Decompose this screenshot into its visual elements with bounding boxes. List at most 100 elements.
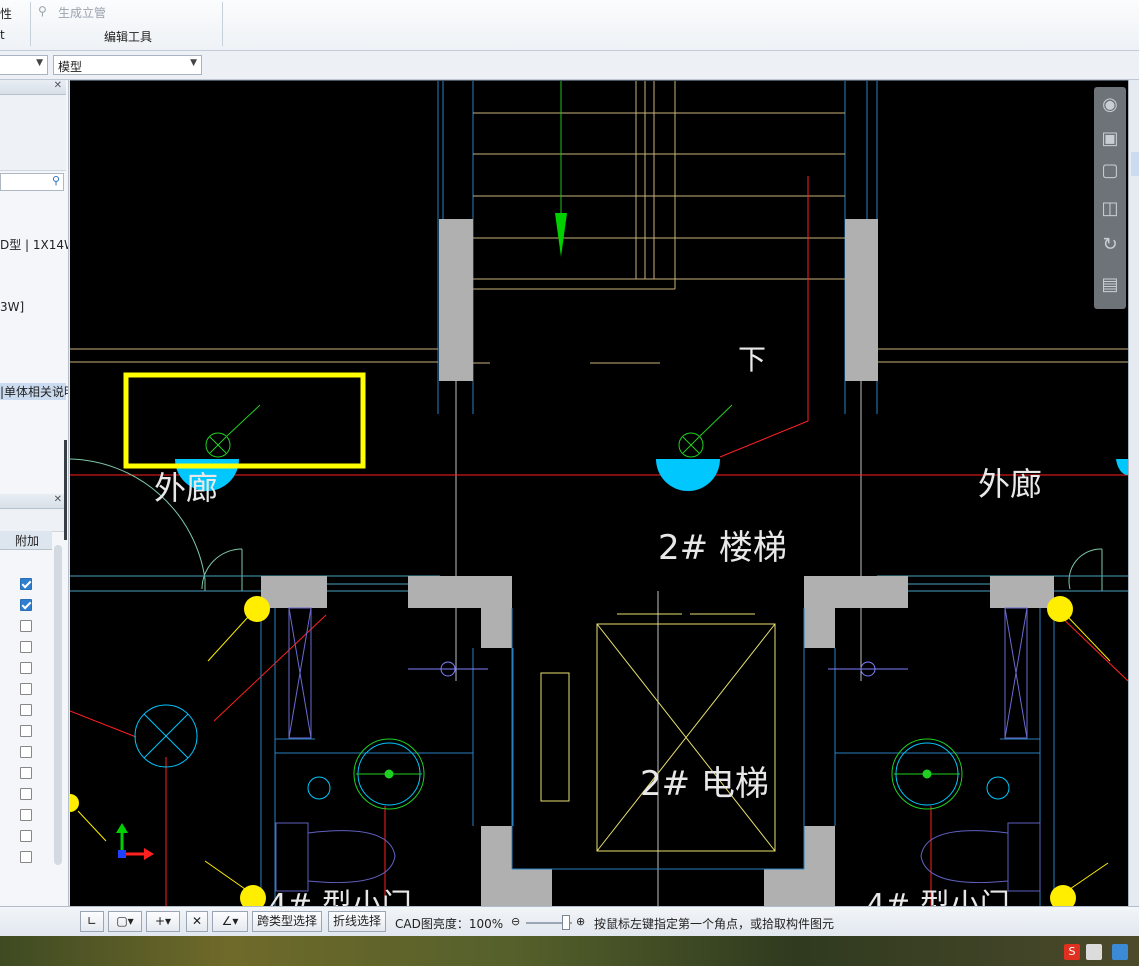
ribbon-separator	[222, 2, 223, 46]
label-bottom-left: 4# 型小门	[268, 888, 412, 907]
view-side-icon[interactable]: ◫	[1098, 197, 1122, 221]
ceiling-lamp-center	[656, 404, 733, 491]
property-checkbox[interactable]	[20, 578, 32, 590]
ortho-icon: ∟	[86, 914, 98, 928]
panel-toolbar-area	[0, 95, 66, 171]
polyline-select-button[interactable]: 折线选择	[328, 911, 386, 932]
property-checkbox[interactable]	[20, 704, 32, 716]
brightness-decrease-icon[interactable]: ⊖	[511, 915, 520, 928]
stair-walls	[437, 81, 878, 414]
tree-item-lamp-type[interactable]: D型 | 1X14W	[0, 236, 68, 253]
view-mode-combo[interactable]: 模型 ▼	[53, 55, 202, 75]
ribbon-cut-group-label: t	[0, 28, 5, 42]
properties-header: ✕	[0, 494, 66, 509]
cad-drawing[interactable]: 下 外廊 外廊 2# 楼梯 2# 电梯 4# 型小门 4# 型小门	[70, 81, 1128, 907]
properties-scrollbar[interactable]	[54, 545, 62, 865]
tree-item-lamp-watt[interactable]: 3W]	[0, 300, 24, 314]
close-icon[interactable]: ✕	[54, 494, 62, 505]
chevron-down-icon: ▼	[190, 58, 197, 68]
panel-header: ✕	[0, 80, 66, 95]
ribbon: 性 t ⚲ 生成立管 编辑工具	[0, 0, 1139, 51]
selector-bar: ▼ 模型 ▼	[0, 51, 1139, 80]
riser-icon: ⚲	[38, 4, 47, 18]
ime-sogou-icon[interactable]: S	[1064, 944, 1080, 960]
left-panel: ✕ ⚲ D型 | 1X14W 3W] |单体相关说明 ✕ 附加	[0, 80, 69, 908]
angle-icon: ∠▾	[221, 914, 239, 928]
search-input[interactable]: ⚲	[0, 173, 64, 191]
property-checkbox[interactable]	[20, 599, 32, 611]
property-checkbox[interactable]	[20, 788, 32, 800]
column-header-extra: 附加	[15, 534, 40, 548]
stair-column-left	[439, 219, 473, 381]
fan-fixture-right	[891, 738, 963, 810]
shaft-window-left	[288, 607, 312, 739]
brightness-slider[interactable]	[526, 915, 572, 930]
brightness-increase-icon[interactable]: ⊕	[576, 915, 585, 928]
label-bottom-right: 4# 型小门	[866, 888, 1010, 907]
property-checkbox[interactable]	[20, 809, 32, 821]
properties-column-header: 附加	[0, 531, 52, 550]
property-checkbox[interactable]	[20, 746, 32, 758]
intersection-snap-button[interactable]: ✕	[186, 911, 208, 932]
status-bar: ∟ ▢▾ +▾ ✕ ∠▾ 跨类型选择 折线选择 CAD图亮度：100% ⊖ ⊕ …	[0, 906, 1139, 937]
edit-tools-group-label: 编辑工具	[104, 30, 153, 44]
property-checkbox[interactable]	[20, 641, 32, 653]
light-wiring	[70, 176, 1128, 907]
stair-treads	[70, 81, 1128, 364]
close-icon[interactable]: ✕	[54, 80, 62, 91]
view-navigation-toolbar: ◉ ▣ ▢ ◫ ↻ ▤	[1094, 87, 1126, 309]
selection-highlight-box	[123, 372, 366, 469]
right-panel	[1128, 80, 1139, 908]
cross-type-select-button[interactable]: 跨类型选择	[252, 911, 322, 932]
door-swing-right	[1068, 548, 1103, 591]
grid-icon: +▾	[154, 914, 172, 928]
rotate-icon[interactable]: ↻	[1098, 233, 1122, 257]
search-icon[interactable]: ⚲	[52, 174, 60, 187]
ribbon-cut-label[interactable]: 性	[0, 5, 12, 22]
property-checkbox[interactable]	[20, 725, 32, 737]
view-3d-icon[interactable]: ▣	[1098, 127, 1122, 151]
label-down: 下	[738, 343, 766, 376]
property-checkbox[interactable]	[20, 767, 32, 779]
label-outer-corridor-right: 外廊	[978, 465, 1042, 503]
floor-combo[interactable]: ▼	[0, 55, 48, 75]
shaft-window-right	[1004, 607, 1028, 739]
label-stair: 2# 楼梯	[658, 528, 787, 568]
properties-toolbar	[0, 509, 66, 532]
keyboard-icon[interactable]	[1086, 944, 1102, 960]
label-outer-corridor-left: 外廊	[154, 469, 218, 507]
fan-fixture-left	[353, 738, 425, 810]
property-checkbox[interactable]	[20, 851, 32, 863]
slider-thumb[interactable]	[562, 915, 570, 930]
ceiling-lamp-right-partial	[1116, 459, 1128, 476]
cross-icon: ✕	[191, 914, 203, 928]
corridor-walls	[70, 575, 1128, 592]
cad-canvas[interactable]: 下 外廊 外廊 2# 楼梯 2# 电梯 4# 型小门 4# 型小门	[70, 80, 1128, 907]
tree-item-description[interactable]: |单体相关说明	[0, 383, 68, 400]
property-checkbox[interactable]	[20, 620, 32, 632]
ribbon-separator	[30, 2, 31, 46]
orbit-icon[interactable]: ◉	[1098, 93, 1122, 117]
property-checkbox[interactable]	[20, 683, 32, 695]
ucs-axis-icon	[116, 823, 154, 860]
view-mode-value: 模型	[58, 60, 83, 74]
ortho-mode-button[interactable]: ∟	[80, 911, 104, 932]
cad-brightness-label: CAD图亮度：100%	[395, 917, 504, 931]
network-icon[interactable]	[1112, 944, 1128, 960]
stair-column-right	[845, 219, 878, 381]
snap-icon: ▢▾	[116, 914, 134, 928]
snap-mode-button[interactable]: ▢▾	[108, 911, 142, 932]
property-checkbox[interactable]	[20, 830, 32, 842]
view-front-icon[interactable]: ▢	[1098, 159, 1122, 183]
right-panel-tab[interactable]	[1131, 152, 1139, 176]
panel-splitter[interactable]	[64, 440, 67, 540]
property-checkbox[interactable]	[20, 662, 32, 674]
label-elevator: 2# 电梯	[640, 764, 769, 804]
grid-snap-button[interactable]: +▾	[146, 911, 180, 932]
angle-snap-button[interactable]: ∠▾	[212, 911, 248, 932]
chevron-down-icon: ▼	[36, 58, 43, 68]
command-prompt: 按鼠标左键指定第一个角点，或拾取构件图元	[594, 917, 835, 931]
stair-direction-arrow	[555, 213, 567, 257]
desktop-taskbar	[0, 936, 1139, 966]
layers-icon[interactable]: ▤	[1098, 273, 1122, 297]
